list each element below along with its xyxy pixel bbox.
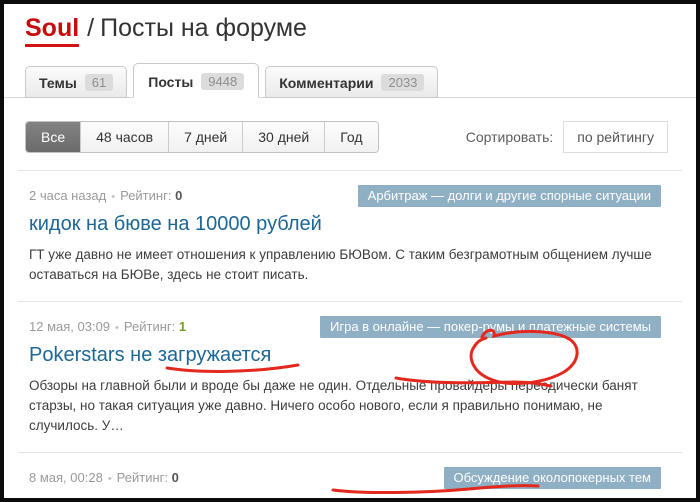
post-item: 8 мая, 00:28 • Рейтинг: 0 Обсуждение около… (18, 452, 682, 498)
filter-year[interactable]: Год (324, 122, 378, 152)
tab-comments[interactable]: Комментарии 2033 (265, 66, 439, 98)
meta-bullet: • (115, 322, 119, 334)
username-link[interactable]: Soul (25, 14, 80, 47)
post-title-link[interactable]: Pokerstars не загружается (29, 344, 271, 367)
sort-select[interactable]: по рейтингу (563, 121, 668, 153)
category-badge[interactable]: Обсуждение околопокерных тем (443, 467, 661, 489)
tab-comments-count: 2033 (381, 74, 425, 91)
rating-value: 1 (178, 319, 187, 334)
post-header: 12 мая, 03:09 • Рейтинг: 1 Игра в онлайне … (29, 316, 666, 338)
tab-topics-label: Темы (39, 74, 77, 91)
post-header: 8 мая, 00:28 • Рейтинг: 0 Обсуждение около… (29, 467, 666, 489)
category-badge[interactable]: Арбитраж — долги и другие спорные ситуац… (357, 185, 661, 207)
tab-bar: Темы 61 Посты 9448 Комментарии 2033 (4, 63, 696, 98)
post-meta: 8 мая, 00:28 • Рейтинг: 0 (29, 467, 179, 485)
post-body: Обзоры на главной были и вроде бы даже н… (29, 378, 638, 433)
breadcrumb-section: Посты на форуме (100, 14, 307, 42)
tab-topics-count: 61 (84, 74, 114, 91)
filter-all[interactable]: Все (26, 122, 81, 152)
post-meta: 12 мая, 03:09 • Рейтинг: 1 (29, 316, 186, 334)
meta-bullet: • (111, 191, 116, 203)
sort-control: Сортировать: по рейтингу (466, 121, 668, 153)
post-list: 2 часа назад • Рейтинг: 0 Арбитраж — долги… (18, 170, 682, 498)
rating-label: Рейтинг: (116, 470, 169, 485)
post-meta: 2 часа назад • Рейтинг: 0 (29, 185, 182, 203)
period-filter: Все 48 часов 7 дней 30 дней Год (25, 121, 379, 153)
tab-posts-count: 9448 (201, 73, 245, 90)
forum-profile-page: Soul / Посты на форуме Темы 61 Посты 9448 … (0, 0, 700, 502)
rating-value: 0 (171, 470, 179, 485)
tab-topics[interactable]: Темы 61 (25, 66, 128, 98)
post-time: 12 мая, 03:09 (29, 319, 111, 334)
breadcrumb-separator: / (87, 14, 95, 42)
filter-7d[interactable]: 7 дней (168, 122, 243, 152)
tab-posts[interactable]: Посты 9448 (133, 63, 260, 98)
meta-bullet: • (107, 473, 112, 485)
post-title-link[interactable]: кидок на бюве на 10000 рублей (29, 213, 322, 236)
category-badge[interactable]: Игра в онлайне — покер-румы и платежные … (320, 316, 661, 338)
rating-label: Рейтинг: (123, 319, 176, 334)
post-title-link[interactable]: Комментарии к колодцу Феруэлла (29, 495, 347, 498)
filter-sort-row: Все 48 часов 7 дней 30 дней Год Сортиров… (25, 121, 668, 153)
post-item: 2 часа назад • Рейтинг: 0 Арбитраж — долги… (18, 170, 682, 301)
tab-posts-label: Посты (148, 73, 194, 90)
rating-value: 0 (175, 188, 183, 203)
post-time: 8 мая, 00:28 (29, 470, 103, 485)
post-item: 12 мая, 03:09 • Рейтинг: 1 Игра в онлайне … (18, 301, 682, 452)
post-header: 2 часа назад • Рейтинг: 0 Арбитраж — долги… (29, 185, 666, 207)
tab-comments-label: Комментарии (279, 74, 374, 91)
page-title: Soul / Посты на форуме (25, 14, 696, 47)
filter-30d[interactable]: 30 дней (242, 122, 325, 152)
post-body: ГТ уже давно не имеет отношения к управл… (29, 247, 652, 282)
post-time: 2 часа назад (29, 188, 107, 203)
sort-label: Сортировать: (465, 129, 554, 145)
filter-48h[interactable]: 48 часов (80, 122, 169, 152)
rating-label: Рейтинг: (120, 188, 172, 203)
